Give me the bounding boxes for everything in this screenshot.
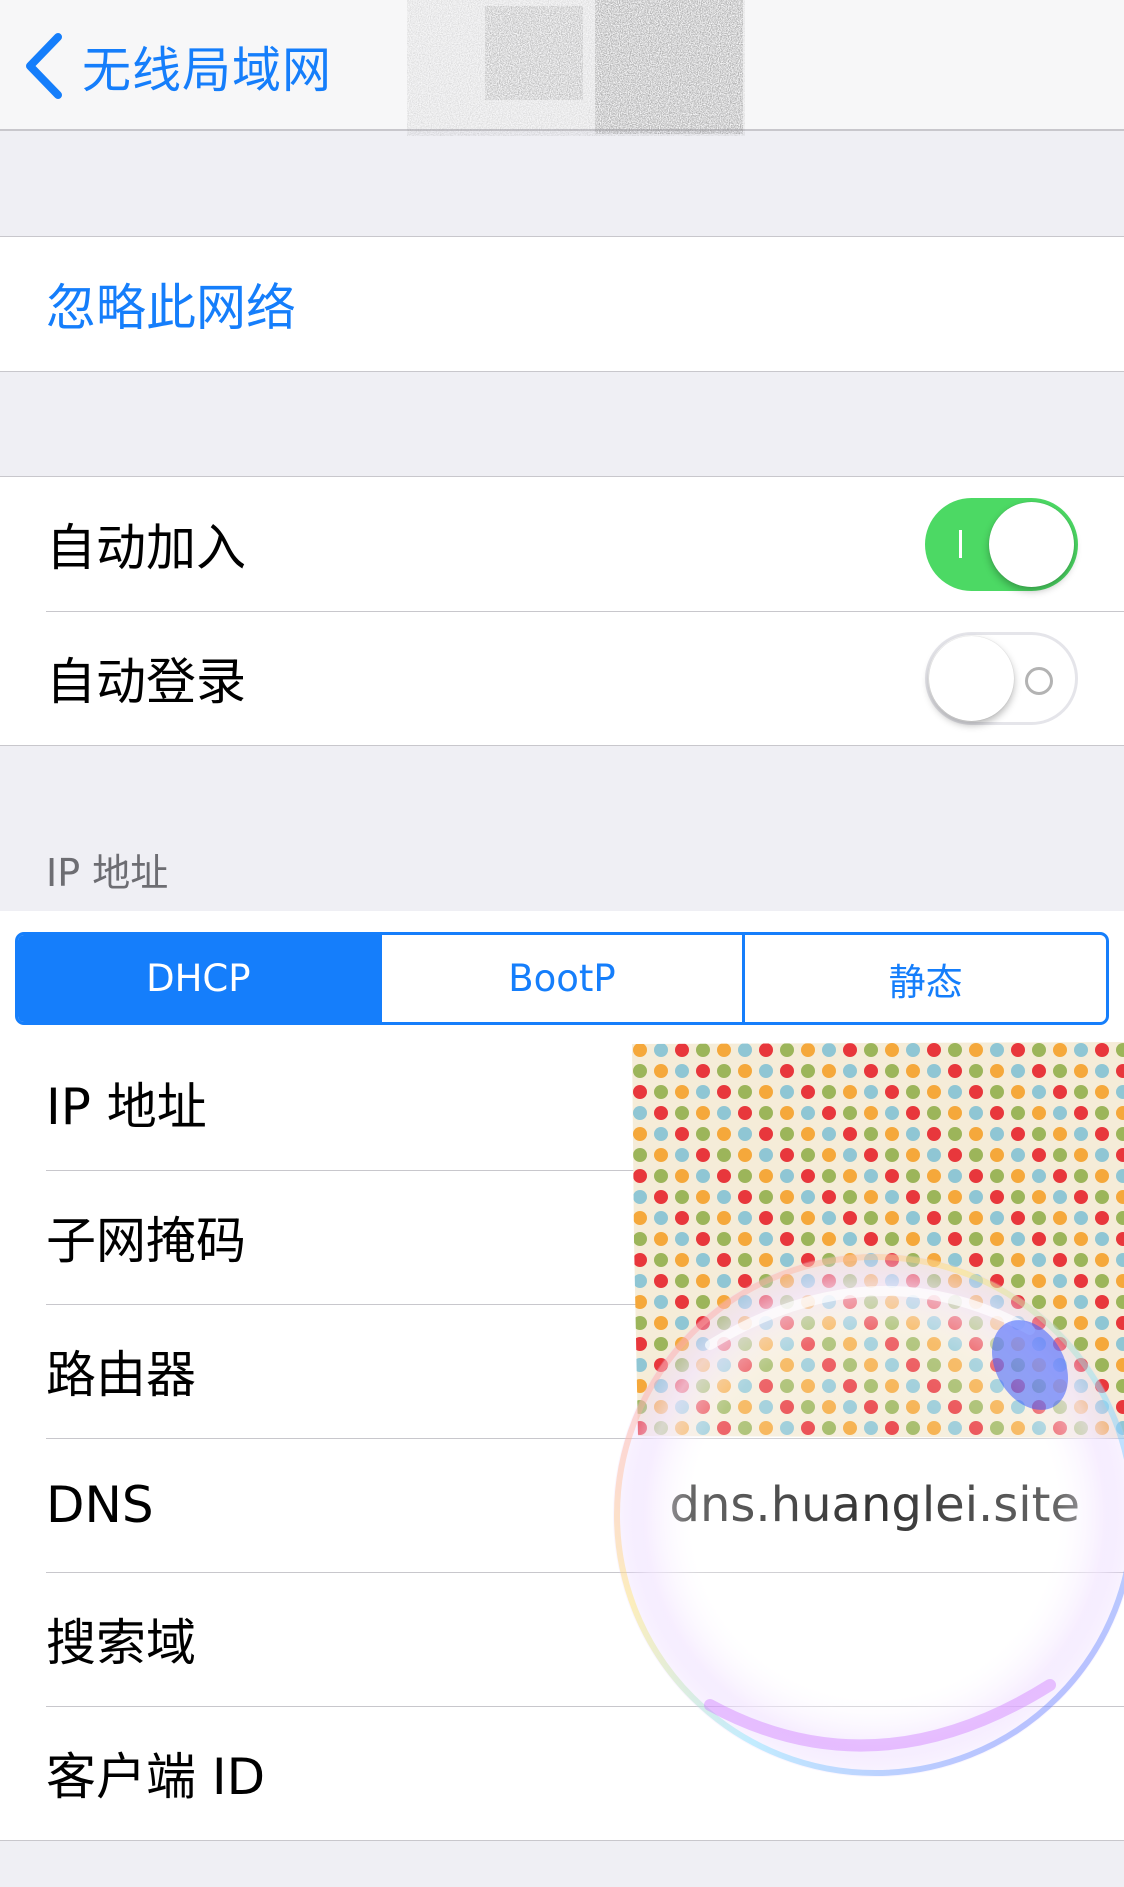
- subnet-mask-row: 子网掩码: [0, 1170, 1124, 1304]
- router-row: 路由器: [0, 1304, 1124, 1438]
- dns-value: dns.huanglei.site: [669, 1477, 1080, 1533]
- segment-dhcp[interactable]: DHCP: [18, 935, 379, 1022]
- redaction-scribble: [407, 0, 745, 136]
- dns-row[interactable]: DNS dns.huanglei.site: [0, 1438, 1124, 1572]
- navigation-bar: 无线局域网: [0, 0, 1124, 136]
- back-label: 无线局域网: [82, 41, 333, 99]
- auto-join-switch[interactable]: [925, 497, 1078, 591]
- ip-section-header: IP 地址: [46, 851, 169, 895]
- switch-on-mark-icon: [959, 529, 962, 558]
- toggle-group: 自动加入 自动登录: [0, 476, 1124, 746]
- forget-network-button[interactable]: 忽略此网络: [0, 237, 1124, 371]
- ip-mode-segmented-control: DHCP BootP 静态: [15, 932, 1109, 1025]
- dns-label: DNS: [46, 1476, 154, 1534]
- ip-address-label: IP 地址: [46, 1078, 207, 1136]
- client-id-label: 客户端 ID: [46, 1748, 266, 1806]
- ip-mode-container: DHCP BootP 静态: [0, 911, 1124, 1036]
- forget-network-label: 忽略此网络: [46, 279, 296, 337]
- auto-join-label: 自动加入: [46, 519, 246, 577]
- segment-static[interactable]: 静态: [742, 935, 1106, 1022]
- router-label: 路由器: [46, 1346, 196, 1404]
- chevron-left-icon: [26, 33, 62, 99]
- client-id-row[interactable]: 客户端 ID: [0, 1706, 1124, 1840]
- search-domains-row[interactable]: 搜索域: [0, 1572, 1124, 1706]
- auto-login-row: 自动登录: [0, 611, 1124, 745]
- back-button[interactable]: 无线局域网: [22, 28, 332, 104]
- forget-network-group: 忽略此网络: [0, 236, 1124, 372]
- switch-off-mark-icon: [1025, 666, 1053, 695]
- auto-join-row: 自动加入: [0, 477, 1124, 611]
- switch-knob: [929, 635, 1014, 721]
- ip-address-row: IP 地址: [0, 1036, 1124, 1170]
- auto-login-switch[interactable]: [925, 631, 1078, 725]
- ip-details-group: IP 地址 子网掩码 路由器 DNS dns.huanglei.site 搜索域…: [0, 1036, 1124, 1841]
- switch-knob: [989, 501, 1074, 587]
- search-domains-label: 搜索域: [46, 1614, 196, 1672]
- subnet-mask-label: 子网掩码: [46, 1212, 246, 1270]
- auto-login-label: 自动登录: [46, 653, 246, 711]
- segment-bootp[interactable]: BootP: [378, 935, 743, 1022]
